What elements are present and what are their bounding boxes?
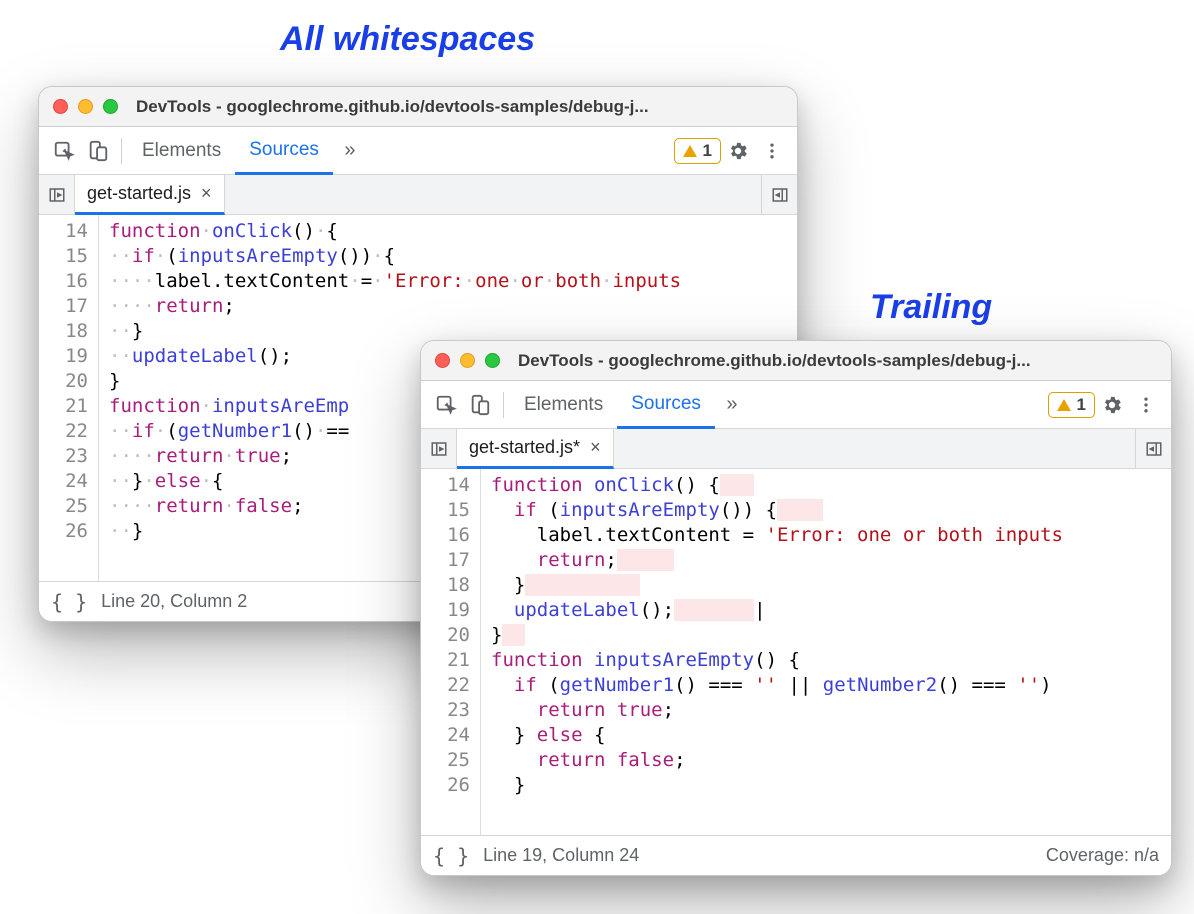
titlebar: DevTools - googlechrome.github.io/devtoo… [421,341,1171,381]
file-tabs-bar: get-started.js* × [421,429,1171,469]
warning-icon [683,145,697,157]
pretty-print-icon[interactable]: { } [51,590,87,614]
file-tab-label: get-started.js [87,183,191,204]
device-toolbar-icon[interactable] [463,388,497,422]
label-all-whitespaces: All whitespaces [280,20,535,59]
more-tabs-icon[interactable]: » [333,134,367,168]
settings-icon[interactable] [721,134,755,168]
more-tabs-icon[interactable]: » [715,388,749,422]
warning-count: 1 [703,141,712,161]
warning-icon [1057,399,1071,411]
window-title: DevTools - googlechrome.github.io/devtoo… [518,351,1031,371]
kebab-menu-icon[interactable] [1129,388,1163,422]
minimize-window-icon[interactable] [78,99,93,114]
settings-icon[interactable] [1095,388,1129,422]
tab-sources[interactable]: Sources [235,127,333,175]
maximize-window-icon[interactable] [103,99,118,114]
tab-sources[interactable]: Sources [617,381,715,429]
device-toolbar-icon[interactable] [81,134,115,168]
tab-elements[interactable]: Elements [128,127,235,175]
file-tab-label: get-started.js* [469,437,580,458]
cursor-position: Line 19, Column 24 [483,845,639,866]
file-tab-get-started[interactable]: get-started.js* × [457,429,614,469]
code-content[interactable]: function onClick() { if (inputsAreEmpty(… [481,469,1171,835]
navigator-toggle-icon[interactable] [421,429,457,468]
label-trailing: Trailing [870,288,992,327]
tab-elements[interactable]: Elements [510,381,617,429]
code-editor[interactable]: 14151617181920212223242526 function onCl… [421,469,1171,835]
line-gutter: 14151617181920212223242526 [421,469,481,835]
pretty-print-icon[interactable]: { } [433,844,469,868]
close-tab-icon[interactable]: × [590,437,601,458]
line-gutter: 14151617181920212223242526 [39,215,99,581]
debugger-toggle-icon[interactable] [1135,429,1171,468]
close-window-icon[interactable] [435,353,450,368]
cursor-position: Line 20, Column 2 [101,591,247,612]
toolbar: Elements Sources » 1 [421,381,1171,429]
traffic-lights [53,99,118,114]
warning-badge[interactable]: 1 [1048,392,1095,418]
traffic-lights [435,353,500,368]
devtools-window-2: DevTools - googlechrome.github.io/devtoo… [420,340,1172,876]
separator [503,392,504,418]
warning-badge[interactable]: 1 [674,138,721,164]
window-title: DevTools - googlechrome.github.io/devtoo… [136,97,649,117]
debugger-toggle-icon[interactable] [761,175,797,214]
separator [121,138,122,164]
file-tab-get-started[interactable]: get-started.js × [75,175,225,215]
inspect-element-icon[interactable] [47,134,81,168]
close-window-icon[interactable] [53,99,68,114]
maximize-window-icon[interactable] [485,353,500,368]
navigator-toggle-icon[interactable] [39,175,75,214]
warning-count: 1 [1077,395,1086,415]
kebab-menu-icon[interactable] [755,134,789,168]
minimize-window-icon[interactable] [460,353,475,368]
close-tab-icon[interactable]: × [201,183,212,204]
file-tabs-bar: get-started.js × [39,175,797,215]
toolbar: Elements Sources » 1 [39,127,797,175]
status-bar: { } Line 19, Column 24 Coverage: n/a [421,835,1171,875]
titlebar: DevTools - googlechrome.github.io/devtoo… [39,87,797,127]
coverage-status: Coverage: n/a [1046,845,1159,866]
inspect-element-icon[interactable] [429,388,463,422]
